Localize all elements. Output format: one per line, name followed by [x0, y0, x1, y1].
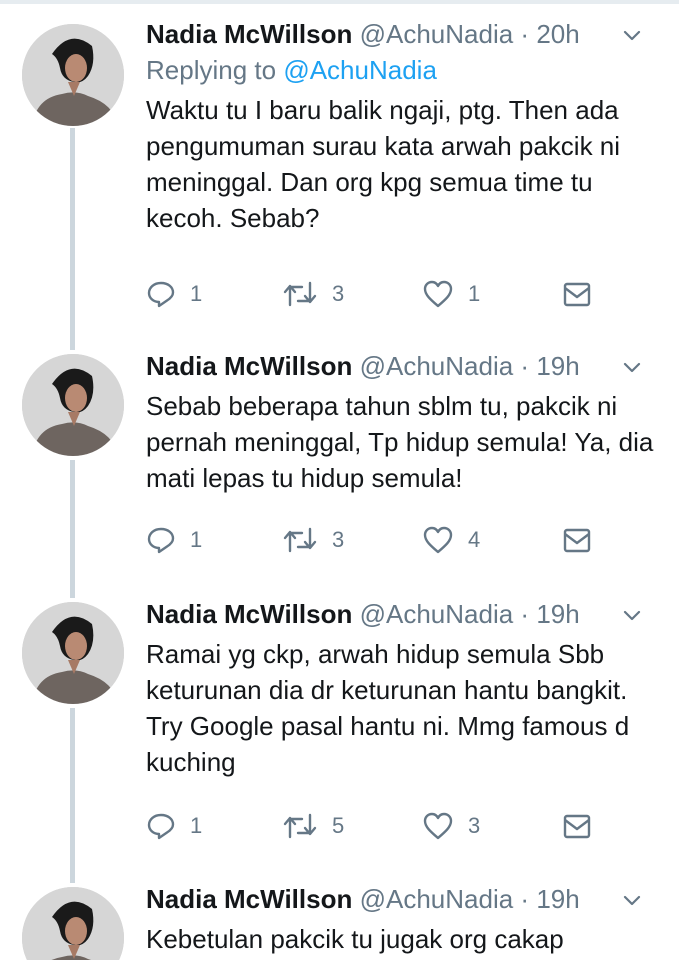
envelope-icon: [563, 282, 591, 307]
profile-photo: [22, 24, 124, 126]
separator-dot: ·: [520, 599, 530, 629]
tweet-text: Waktu tu I baru balik ngaji, ptg. Then a…: [146, 95, 621, 233]
direct-message-button[interactable]: [562, 524, 592, 556]
chevron-down-icon[interactable]: [619, 602, 645, 628]
tweet-actions: 1 3 4: [0, 524, 679, 556]
retweet-count: 3: [332, 527, 345, 552]
tweet[interactable]: Nadia McWillson @AchuNadia · 19h Ramai y…: [0, 596, 679, 872]
username[interactable]: @AchuNadia: [360, 599, 514, 629]
envelope-icon: [563, 814, 591, 839]
like-count: 3: [468, 813, 481, 838]
reply-icon: [147, 527, 175, 554]
username[interactable]: @AchuNadia: [360, 19, 514, 49]
tweet-header: Nadia McWillson @AchuNadia · 19h: [146, 596, 659, 632]
display-name[interactable]: Nadia McWillson: [146, 351, 352, 381]
tweet-header: Nadia McWillson @AchuNadia · 19h: [146, 348, 659, 384]
retweet-icon: [283, 281, 317, 307]
direct-message-button[interactable]: [562, 810, 592, 842]
display-name[interactable]: Nadia McWillson: [146, 599, 352, 629]
retweet-icon: [283, 813, 317, 839]
retweet-count: 5: [332, 813, 345, 838]
timestamp[interactable]: 19h: [536, 599, 579, 629]
envelope-icon: [563, 528, 591, 553]
separator-dot: ·: [520, 884, 530, 914]
retweet-button[interactable]: 3: [282, 524, 344, 556]
tweet-actions: 1 5 3: [0, 810, 679, 842]
tweet-actions: 1 3 1: [0, 278, 679, 310]
retweet-icon: [283, 527, 317, 553]
tweet[interactable]: Nadia McWillson @AchuNadia · 20h Replyin…: [0, 16, 679, 336]
reply-button[interactable]: 1: [146, 524, 202, 556]
separator-dot: ·: [520, 351, 530, 381]
tweet-text: Ramai yg ckp, arwah hidup semula Sbb ket…: [146, 639, 630, 777]
profile-photo: [22, 602, 124, 704]
display-name[interactable]: Nadia McWillson: [146, 884, 352, 914]
retweet-count: 3: [332, 281, 345, 306]
replying-to: Replying to @AchuNadia: [146, 52, 659, 88]
username[interactable]: @AchuNadia: [360, 884, 514, 914]
timestamp[interactable]: 19h: [536, 884, 579, 914]
retweet-button[interactable]: 3: [282, 278, 344, 310]
like-button[interactable]: 3: [422, 810, 480, 842]
chevron-down-icon[interactable]: [619, 887, 645, 913]
timestamp[interactable]: 20h: [536, 19, 579, 49]
heart-icon: [423, 526, 453, 554]
tweet[interactable]: Nadia McWillson @AchuNadia · 19h Kebetul…: [0, 881, 679, 960]
avatar[interactable]: [22, 354, 124, 456]
reply-count: 1: [190, 813, 203, 838]
tweet-header: Nadia McWillson @AchuNadia · 19h: [146, 881, 659, 917]
reply-count: 1: [190, 281, 203, 306]
like-button[interactable]: 4: [422, 524, 480, 556]
reply-button[interactable]: 1: [146, 810, 202, 842]
display-name[interactable]: Nadia McWillson: [146, 19, 352, 49]
tweet-text: Sebab beberapa tahun sblm tu, pakcik ni …: [146, 391, 654, 493]
tweet-text: Kebetulan pakcik tu jugak org cakap: [146, 924, 564, 954]
timestamp[interactable]: 19h: [536, 351, 579, 381]
avatar[interactable]: [22, 887, 124, 960]
like-count: 4: [468, 527, 481, 552]
chevron-down-icon[interactable]: [619, 22, 645, 48]
heart-icon: [423, 280, 453, 308]
replying-to-mention[interactable]: @AchuNadia: [283, 55, 437, 85]
profile-photo: [22, 887, 124, 960]
chevron-down-icon[interactable]: [619, 354, 645, 380]
username[interactable]: @AchuNadia: [360, 351, 514, 381]
tweet-header: Nadia McWillson @AchuNadia · 20h: [146, 16, 659, 52]
replying-to-label: Replying to: [146, 55, 277, 85]
like-button[interactable]: 1: [422, 278, 480, 310]
avatar[interactable]: [22, 24, 124, 126]
reply-icon: [147, 813, 175, 840]
reply-button[interactable]: 1: [146, 278, 202, 310]
heart-icon: [423, 812, 453, 840]
profile-photo: [22, 354, 124, 456]
retweet-button[interactable]: 5: [282, 810, 344, 842]
separator-dot: ·: [520, 19, 530, 49]
avatar[interactable]: [22, 602, 124, 704]
direct-message-button[interactable]: [562, 278, 592, 310]
tweet[interactable]: Nadia McWillson @AchuNadia · 19h Sebab b…: [0, 348, 679, 588]
like-count: 1: [468, 281, 481, 306]
reply-icon: [147, 281, 175, 308]
top-border: [0, 0, 679, 4]
reply-count: 1: [190, 527, 203, 552]
